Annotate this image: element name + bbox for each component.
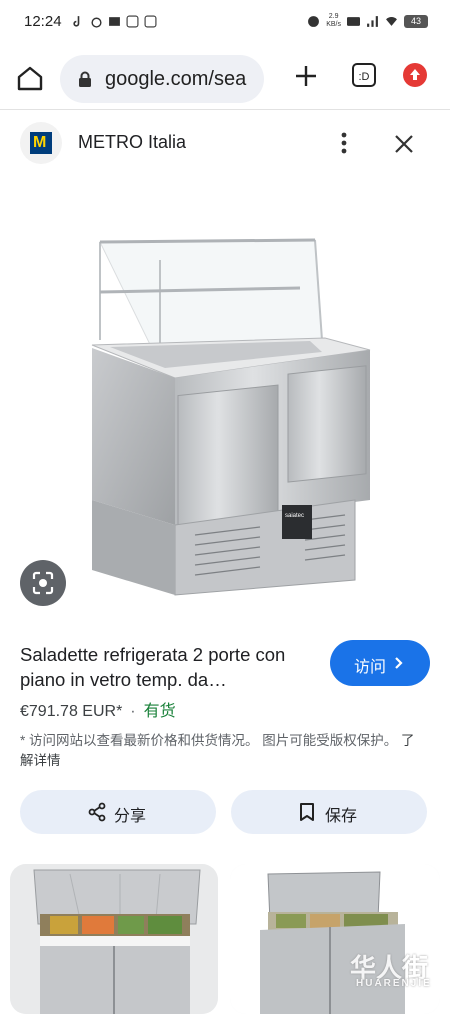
- clock: 12:24: [24, 13, 62, 30]
- disclaimer: * 访问网站以查看最新价格和供货情况。 图片可能受版权保护。 了解详情: [20, 733, 415, 768]
- close-icon[interactable]: [390, 130, 418, 158]
- chevron-right-icon: [395, 657, 403, 669]
- source-header: M METRO Italia: [0, 116, 450, 170]
- notification-icons: [72, 15, 157, 28]
- share-icon: [88, 802, 106, 822]
- url-text: google.com/sea: [105, 68, 247, 90]
- product-image[interactable]: saiatec: [60, 200, 390, 600]
- tiktok-icon: [73, 16, 80, 27]
- bookmark-icon: [300, 803, 314, 821]
- watermark: 华人街 HUARENJIE: [350, 953, 432, 989]
- brand-label: saiatec: [285, 513, 304, 519]
- metro-logo: M: [20, 122, 62, 164]
- new-tab-icon[interactable]: [290, 60, 322, 92]
- lock-icon: [79, 71, 91, 87]
- alarm-icon: [308, 15, 320, 27]
- product-title[interactable]: Saladette refrigerata 2 porte con piano …: [20, 642, 320, 692]
- network-speed: 2.9 KB/s: [326, 13, 341, 28]
- visit-button[interactable]: 访问: [330, 640, 430, 686]
- hd-icon: [347, 16, 360, 26]
- price-row: €791.78 EUR* · 有货: [20, 703, 176, 720]
- app-icon-2: [144, 15, 157, 28]
- more-options-icon[interactable]: [334, 130, 354, 156]
- lens-icon: [32, 571, 54, 595]
- signal-icon: [367, 15, 378, 27]
- update-icon[interactable]: [403, 63, 427, 87]
- mail-icon: [109, 17, 120, 26]
- weibo-icon: [91, 17, 102, 28]
- source-name[interactable]: METRO Italia: [78, 132, 186, 153]
- lens-search-button[interactable]: [20, 560, 66, 606]
- home-icon[interactable]: [14, 62, 46, 94]
- save-button[interactable]: 保存: [231, 790, 427, 834]
- price: €791.78 EUR*: [20, 703, 123, 720]
- share-button[interactable]: 分享: [20, 790, 216, 834]
- toolbar-divider: [0, 109, 450, 110]
- app-icon: [126, 15, 139, 28]
- address-bar[interactable]: google.com/sea: [60, 55, 264, 103]
- stock-status: 有货: [143, 703, 176, 720]
- battery-icon: 43: [404, 14, 428, 28]
- system-icons: 2.9 KB/s 43: [307, 13, 428, 29]
- wifi-icon: [386, 16, 397, 26]
- browser-toolbar: google.com/sea :D: [0, 48, 450, 106]
- related-image-1[interactable]: [10, 864, 218, 1014]
- tab-switcher-button[interactable]: :D: [352, 63, 376, 87]
- status-bar: 12:24 2.9 KB/s 43: [0, 0, 450, 46]
